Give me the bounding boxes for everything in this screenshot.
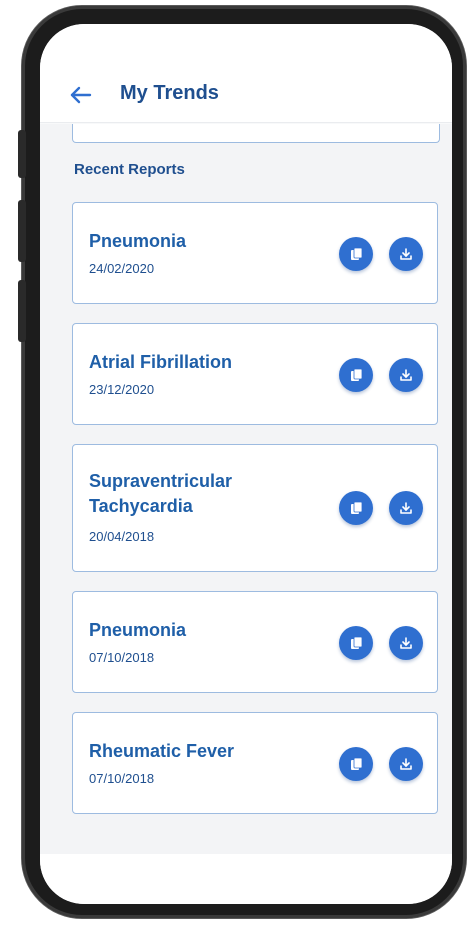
download-icon bbox=[400, 248, 412, 260]
report-date: 07/10/2018 bbox=[89, 771, 155, 786]
report-card[interactable]: Atrial Fibrillation 23/12/2020 bbox=[72, 323, 438, 425]
download-report-button[interactable] bbox=[389, 626, 423, 660]
download-report-button[interactable] bbox=[389, 491, 423, 525]
view-report-button[interactable] bbox=[339, 491, 373, 525]
header-divider bbox=[40, 122, 452, 124]
report-name: Rheumatic Fever bbox=[89, 741, 235, 761]
report-date: 24/02/2020 bbox=[89, 261, 155, 276]
app-header: My Trends bbox=[40, 24, 452, 124]
download-icon bbox=[400, 369, 412, 381]
report-name: Supraventricular Tachycardia bbox=[89, 471, 233, 516]
document-icon bbox=[351, 636, 363, 649]
report-card[interactable]: Supraventricular Tachycardia 20/04/2018 bbox=[72, 444, 438, 572]
recent-reports-heading: Recent Reports bbox=[74, 161, 185, 178]
document-icon bbox=[351, 757, 363, 770]
phone-side-button-mute bbox=[18, 130, 26, 178]
report-name: Pneumonia bbox=[89, 620, 187, 640]
report-date: 23/12/2020 bbox=[89, 382, 155, 397]
report-card[interactable]: Rheumatic Fever 07/10/2018 bbox=[72, 712, 438, 814]
view-report-button[interactable] bbox=[339, 747, 373, 781]
download-report-button[interactable] bbox=[389, 358, 423, 392]
document-icon bbox=[351, 501, 363, 514]
bottom-area bbox=[40, 854, 452, 904]
report-card[interactable]: Pneumonia 07/10/2018 bbox=[72, 591, 438, 693]
document-icon bbox=[351, 368, 363, 381]
report-date: 07/10/2018 bbox=[89, 650, 155, 665]
arrow-left-icon[interactable] bbox=[68, 82, 94, 108]
download-icon bbox=[400, 758, 412, 770]
app-screen: My Trends Recent Reports Pneumonia 24/02… bbox=[40, 24, 452, 904]
view-report-button[interactable] bbox=[339, 626, 373, 660]
report-name: Atrial Fibrillation bbox=[89, 352, 233, 372]
download-icon bbox=[400, 637, 412, 649]
page-title: My Trends bbox=[120, 82, 219, 104]
document-icon bbox=[351, 247, 363, 260]
download-report-button[interactable] bbox=[389, 237, 423, 271]
phone-side-button-volume-down bbox=[18, 280, 26, 342]
download-report-button[interactable] bbox=[389, 747, 423, 781]
report-date: 20/04/2018 bbox=[89, 529, 155, 544]
report-name: Pneumonia bbox=[89, 231, 187, 251]
download-icon bbox=[400, 502, 412, 514]
phone-side-button-volume-up bbox=[18, 200, 26, 262]
view-report-button[interactable] bbox=[339, 358, 373, 392]
view-report-button[interactable] bbox=[339, 237, 373, 271]
report-card[interactable]: Pneumonia 24/02/2020 bbox=[72, 202, 438, 304]
